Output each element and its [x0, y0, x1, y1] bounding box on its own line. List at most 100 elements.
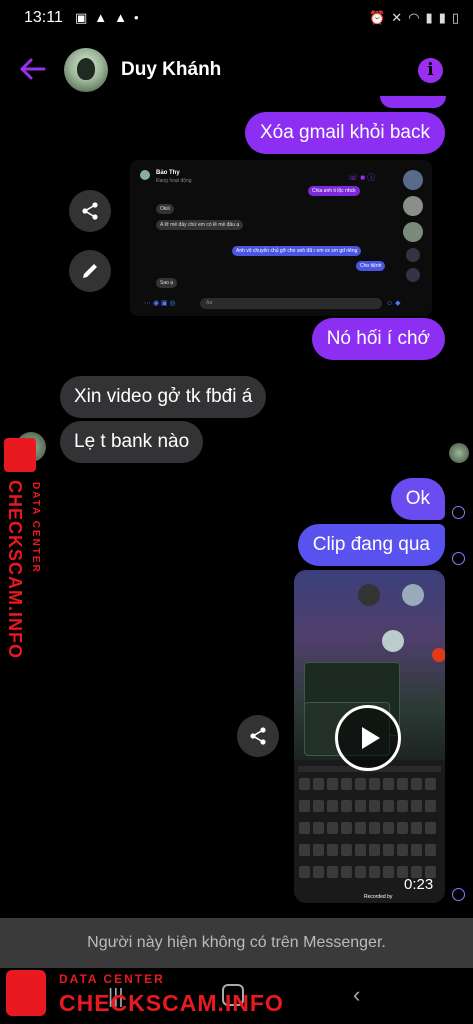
- wifi-icon: ◠: [408, 10, 420, 25]
- lock-logo-icon: [4, 438, 36, 472]
- message-outgoing[interactable]: Nó hối í chớ: [311, 318, 445, 360]
- chat-head: [403, 196, 423, 216]
- video-duration: 0:23: [404, 876, 434, 893]
- status-time: 13:11: [24, 9, 63, 26]
- keyboard-key: [369, 844, 380, 856]
- play-button[interactable]: [335, 705, 401, 771]
- watermark-brand: CHECKSCAM.INFO: [5, 480, 25, 659]
- keyboard-key: [299, 800, 310, 812]
- message-outgoing[interactable]: Xóa gmail khỏi back: [244, 112, 445, 154]
- recorded-label: Recorded by: [364, 894, 393, 900]
- warning-icon: ▲: [114, 10, 128, 25]
- keyboard-key: [383, 844, 394, 856]
- keyboard-key: [425, 800, 436, 812]
- dot-icon: •: [134, 10, 139, 25]
- keyboard-key: [327, 822, 338, 834]
- keyboard-key: [355, 778, 366, 790]
- notification-icons: ▣ ▲ ▲ •: [75, 10, 139, 26]
- embedded-input: Aa: [200, 298, 382, 309]
- status-bar: 13:11 ▣ ▲ ▲ • ⏰ ✕ ◠ ▮ ▮ ▯: [0, 0, 473, 36]
- keyboard-key: [327, 778, 338, 790]
- message-incoming[interactable]: Xin video gở tk fbđi á: [60, 376, 267, 418]
- chat-head: [406, 268, 420, 282]
- back-arrow-icon: [20, 58, 46, 80]
- keyboard-key: [397, 822, 408, 834]
- info-icon[interactable]: i: [418, 58, 443, 83]
- sent-check-icon: [452, 506, 465, 519]
- embedded-name: Bảo Thy: [156, 170, 180, 176]
- sent-check-icon: [452, 888, 465, 901]
- keyboard-key: [425, 844, 436, 856]
- keyboard-key: [313, 800, 324, 812]
- keyboard-key: [355, 844, 366, 856]
- keyboard-key: [341, 844, 352, 856]
- keyboard-key: [313, 778, 324, 790]
- share-button[interactable]: [237, 715, 279, 757]
- keyboard-key: [383, 822, 394, 834]
- pencil-icon: [83, 264, 97, 278]
- contact-name[interactable]: Duy Khánh: [121, 59, 221, 81]
- keyboard-key: [355, 800, 366, 812]
- battery-icon: ▯: [451, 10, 459, 25]
- chat-head: [402, 584, 424, 606]
- avatar: [140, 170, 150, 180]
- signal-icon: ▮: [438, 10, 446, 25]
- share-button[interactable]: [69, 190, 111, 232]
- keyboard-key: [411, 778, 422, 790]
- chat-head: [403, 170, 423, 190]
- keyboard-key: [327, 866, 338, 878]
- keyboard-key: [299, 866, 310, 878]
- keyboard-key: [341, 800, 352, 812]
- message-outgoing[interactable]: Clip đang qua: [297, 524, 445, 566]
- signal-icon: ▮: [425, 10, 433, 25]
- embedded-toolbar-icons: ⋯ ◉ ▣ ◎: [144, 300, 176, 307]
- keyboard-key: [369, 866, 380, 878]
- embedded-msg: Okiii: [156, 204, 174, 214]
- keyboard-key: [397, 778, 408, 790]
- chat-head: [358, 584, 380, 606]
- seen-avatar: [449, 443, 469, 463]
- image-icon: ▣: [75, 10, 88, 25]
- system-icons: ⏰ ✕ ◠ ▮ ▮ ▯: [369, 10, 459, 26]
- watermark-brand: CHECKSCAM.INFO: [59, 990, 284, 1016]
- embedded-msg: Anh vô chuyến chủ gỡ cho anh đã r em vx …: [232, 246, 362, 256]
- warning-icon: ▲: [94, 10, 108, 25]
- message-incoming[interactable]: Lẹ t bank nào: [60, 421, 204, 463]
- keyboard-key: [313, 822, 324, 834]
- keyboard-key: [369, 800, 380, 812]
- keyboard-key: [327, 844, 338, 856]
- keyboard-key: [397, 844, 408, 856]
- back-nav-button[interactable]: ‹: [353, 982, 360, 1008]
- keyboard-key: [369, 778, 380, 790]
- embedded-status: Đang hoạt động: [156, 178, 192, 184]
- message-outgoing[interactable]: Ok: [390, 478, 445, 520]
- avatar-face: [77, 58, 95, 80]
- keyboard-key: [411, 844, 422, 856]
- keyboard-key: [411, 822, 422, 834]
- keyboard-key: [425, 822, 436, 834]
- play-icon: [362, 727, 380, 749]
- keyboard-key: [369, 822, 380, 834]
- keyboard-key: [299, 822, 310, 834]
- keyboard-key: [383, 866, 394, 878]
- message-bubble-partial: [380, 96, 446, 108]
- embedded-msg: Cho tiệnh: [356, 261, 386, 271]
- keyboard-key: [383, 778, 394, 790]
- edit-button[interactable]: [69, 250, 111, 292]
- unavailable-notice: Người này hiện không có trên Messenger.: [0, 918, 473, 968]
- keyboard-key: [355, 822, 366, 834]
- like-icon: ☺ ◆: [386, 300, 401, 307]
- keyboard-key: [313, 866, 324, 878]
- keyboard-key: [355, 866, 366, 878]
- share-icon: [250, 727, 266, 745]
- keyboard-key: [411, 800, 422, 812]
- keyboard-key: [341, 778, 352, 790]
- chat-head: [382, 630, 404, 652]
- embedded-msg: A lỡ mê đây chứ em có lẽ mê đâu ạ: [156, 220, 244, 230]
- call-icons: ☏ ■ ⓘ: [348, 173, 376, 182]
- watermark-tag: DATA CENTER: [30, 482, 41, 574]
- lock-logo-icon: [6, 970, 46, 1016]
- keyboard-key: [327, 800, 338, 812]
- image-attachment[interactable]: Bảo Thy Đang hoạt động ☏ ■ ⓘ Chia anh ti…: [130, 160, 432, 316]
- back-button[interactable]: [18, 56, 48, 82]
